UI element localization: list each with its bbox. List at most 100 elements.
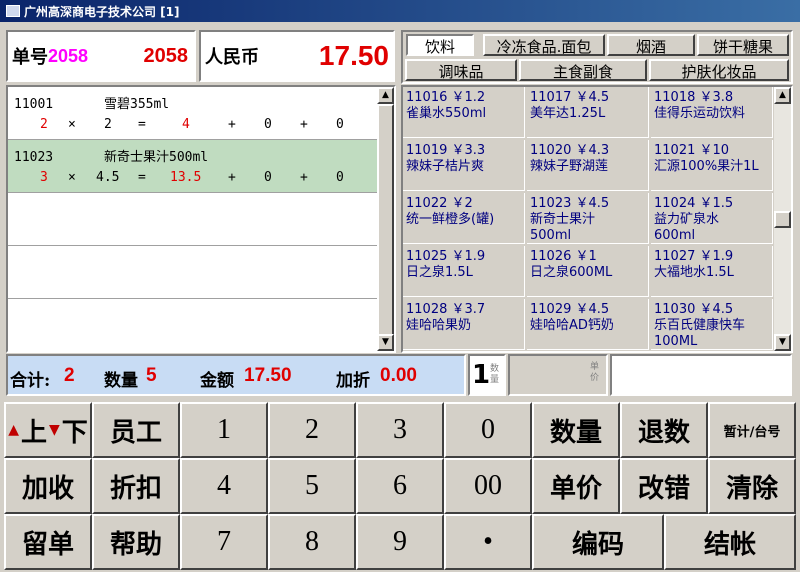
scroll-down-icon[interactable]: ▼ (774, 334, 791, 351)
key-5[interactable]: 5 (268, 458, 356, 514)
item-code: 11023 (14, 150, 54, 165)
tab-seasoning[interactable]: 调味品 (405, 59, 517, 81)
scroll-thumb[interactable] (377, 104, 394, 342)
key-1[interactable]: 1 (180, 402, 268, 458)
discount-button[interactable]: 折扣 (92, 458, 180, 514)
product-button[interactable]: 11022 ￥2 统一鲜橙多(罐) (403, 193, 525, 244)
window-title: 广州高深商电子技术公司 [1] (24, 4, 180, 19)
product-button[interactable]: 11025 ￥1.9 日之泉1.5L (403, 246, 525, 297)
quantity-button[interactable]: 数量 (532, 402, 620, 458)
product-button[interactable]: 11023 ￥4.5 新奇士果汁 500ml (527, 193, 649, 244)
item-name: 新奇士果汁500ml (104, 150, 209, 165)
product-button[interactable]: 11018 ￥3.8 佳得乐运动饮料 (651, 87, 773, 138)
app-icon (6, 5, 20, 17)
product-button[interactable]: 11026 ￥1 日之泉600ML (527, 246, 649, 297)
product-button[interactable]: 11021 ￥10 汇源100%果汁1L (651, 140, 773, 191)
times-sign: × (68, 170, 76, 185)
key-dot[interactable]: • (444, 514, 532, 570)
total-amount-box: 人民币 17.50 (199, 30, 395, 82)
currency-label: 人民币 (205, 47, 259, 68)
plus-sign: + (228, 170, 236, 185)
item-price: 2 (104, 117, 112, 132)
item-qty: 3 (40, 170, 48, 185)
qty-value: 5 (146, 365, 157, 386)
row-divider (8, 245, 379, 246)
category-tabs: 饮料 冷冻食品.面包 烟酒 饼干糖果 调味品 主食副食 护肤化妆品 (401, 30, 793, 84)
discount-value: 0.00 (380, 365, 417, 386)
key-6[interactable]: 6 (356, 458, 444, 514)
product-button[interactable]: 11016 ￥1.2 雀巢水550ml (403, 87, 525, 138)
equals-sign: = (138, 170, 146, 185)
summary-bar: 合计: 2 数量 5 金额 17.50 加折 0.00 (6, 354, 466, 396)
plus-sign: + (228, 117, 236, 132)
staff-button[interactable]: 员工 (92, 402, 180, 458)
checkout-button[interactable]: 结帐 (664, 514, 796, 570)
item-extra-1: 0 (264, 170, 272, 185)
order-number-purple: 2058 (48, 45, 89, 66)
scroll-down-icon[interactable]: ▼ (377, 334, 394, 351)
product-button[interactable]: 11029 ￥4.5 娃哈哈AD钙奶 (527, 299, 649, 350)
tab-staple-food[interactable]: 主食副食 (519, 59, 647, 81)
order-item-row[interactable]: 11001 雪碧355ml 2 × 2 = 4 + 0 + 0 (8, 87, 379, 139)
product-button[interactable]: 11024 ￥1.5 益力矿泉水 600ml (651, 193, 773, 244)
key-4[interactable]: 4 (180, 458, 268, 514)
product-button[interactable]: 11019 ￥3.3 辣妹子桔片爽 (403, 140, 525, 191)
total-count-label: 合计: (10, 371, 51, 391)
up-down-button[interactable]: ▲ 上 ▼ 下 (4, 402, 92, 458)
key-8[interactable]: 8 (268, 514, 356, 570)
amount-label: 金额 (200, 371, 234, 391)
unit-price-button[interactable]: 单价 (532, 458, 620, 514)
tab-frozen-bread[interactable]: 冷冻食品.面包 (483, 34, 605, 56)
scroll-up-icon[interactable]: ▲ (377, 87, 394, 104)
order-item-list[interactable]: 11001 雪碧355ml 2 × 2 = 4 + 0 + 0 11023 新奇士果… (6, 85, 396, 353)
product-grid-scrollbar[interactable]: ▲ ▼ (774, 87, 791, 351)
help-button[interactable]: 帮助 (92, 514, 180, 570)
input-display[interactable] (610, 354, 792, 396)
item-qty: 2 (40, 117, 48, 132)
item-list-scrollbar[interactable]: ▲ ▼ (377, 87, 394, 351)
scroll-up-icon[interactable]: ▲ (774, 87, 791, 104)
order-item-row-selected[interactable]: 11023 新奇士果汁500ml 3 × 4.5 = 13.5 + 0 + 0 (8, 140, 379, 192)
tab-cosmetics[interactable]: 护肤化妆品 (649, 59, 789, 81)
key-2[interactable]: 2 (268, 402, 356, 458)
product-button[interactable]: 11027 ￥1.9 大福地水1.5L (651, 246, 773, 297)
amount-value: 17.50 (244, 365, 292, 386)
item-extra-2: 0 (336, 170, 344, 185)
item-extra-1: 0 (264, 117, 272, 132)
tab-biscuits-candy[interactable]: 饼干糖果 (697, 34, 789, 56)
total-amount: 17.50 (318, 40, 389, 71)
qty-entry-box[interactable]: 1 数量 (468, 354, 506, 396)
unit-price-box[interactable]: 单价 (508, 354, 608, 396)
product-button[interactable]: 11017 ￥4.5 美年达1.25L (527, 87, 649, 138)
product-button[interactable]: 11020 ￥4.3 辣妹子野湖莲 (527, 140, 649, 191)
code-button[interactable]: 编码 (532, 514, 664, 570)
tab-tobacco-wine[interactable]: 烟酒 (607, 34, 695, 56)
row-divider (8, 192, 379, 193)
product-button[interactable]: 11028 ￥3.7 娃哈哈果奶 (403, 299, 525, 350)
order-label: 单号 (12, 47, 48, 68)
add-charge-button[interactable]: 加收 (4, 458, 92, 514)
clear-button[interactable]: 清除 (708, 458, 796, 514)
key-0[interactable]: 0 (444, 402, 532, 458)
key-3[interactable]: 3 (356, 402, 444, 458)
qty-entry-value: 1 (472, 360, 491, 390)
product-grid: 11016 ￥1.2 雀巢水550ml 11017 ￥4.5 美年达1.25L 11… (401, 85, 793, 353)
correct-button[interactable]: 改错 (620, 458, 708, 514)
key-9[interactable]: 9 (356, 514, 444, 570)
key-00[interactable]: 00 (444, 458, 532, 514)
tab-drinks[interactable]: 饮料 (406, 34, 474, 56)
hold-order-button[interactable]: 留单 (4, 514, 92, 570)
order-number-red: 2058 (143, 44, 189, 67)
product-button[interactable]: 11030 ￥4.5 乐百氏健康快车 100ML (651, 299, 773, 350)
qty-label: 数量 (104, 371, 138, 391)
up-arrow-icon: ▲ (8, 422, 19, 438)
down-arrow-icon: ▼ (49, 422, 60, 438)
times-sign: × (68, 117, 76, 132)
scroll-thumb[interactable] (774, 211, 791, 228)
item-amount: 4 (182, 117, 190, 132)
subtotal-table-button[interactable]: 暂计/台号 (708, 402, 796, 458)
discount-label: 加折 (336, 371, 370, 391)
key-7[interactable]: 7 (180, 514, 268, 570)
total-count-value: 2 (64, 365, 75, 386)
return-qty-button[interactable]: 退数 (620, 402, 708, 458)
